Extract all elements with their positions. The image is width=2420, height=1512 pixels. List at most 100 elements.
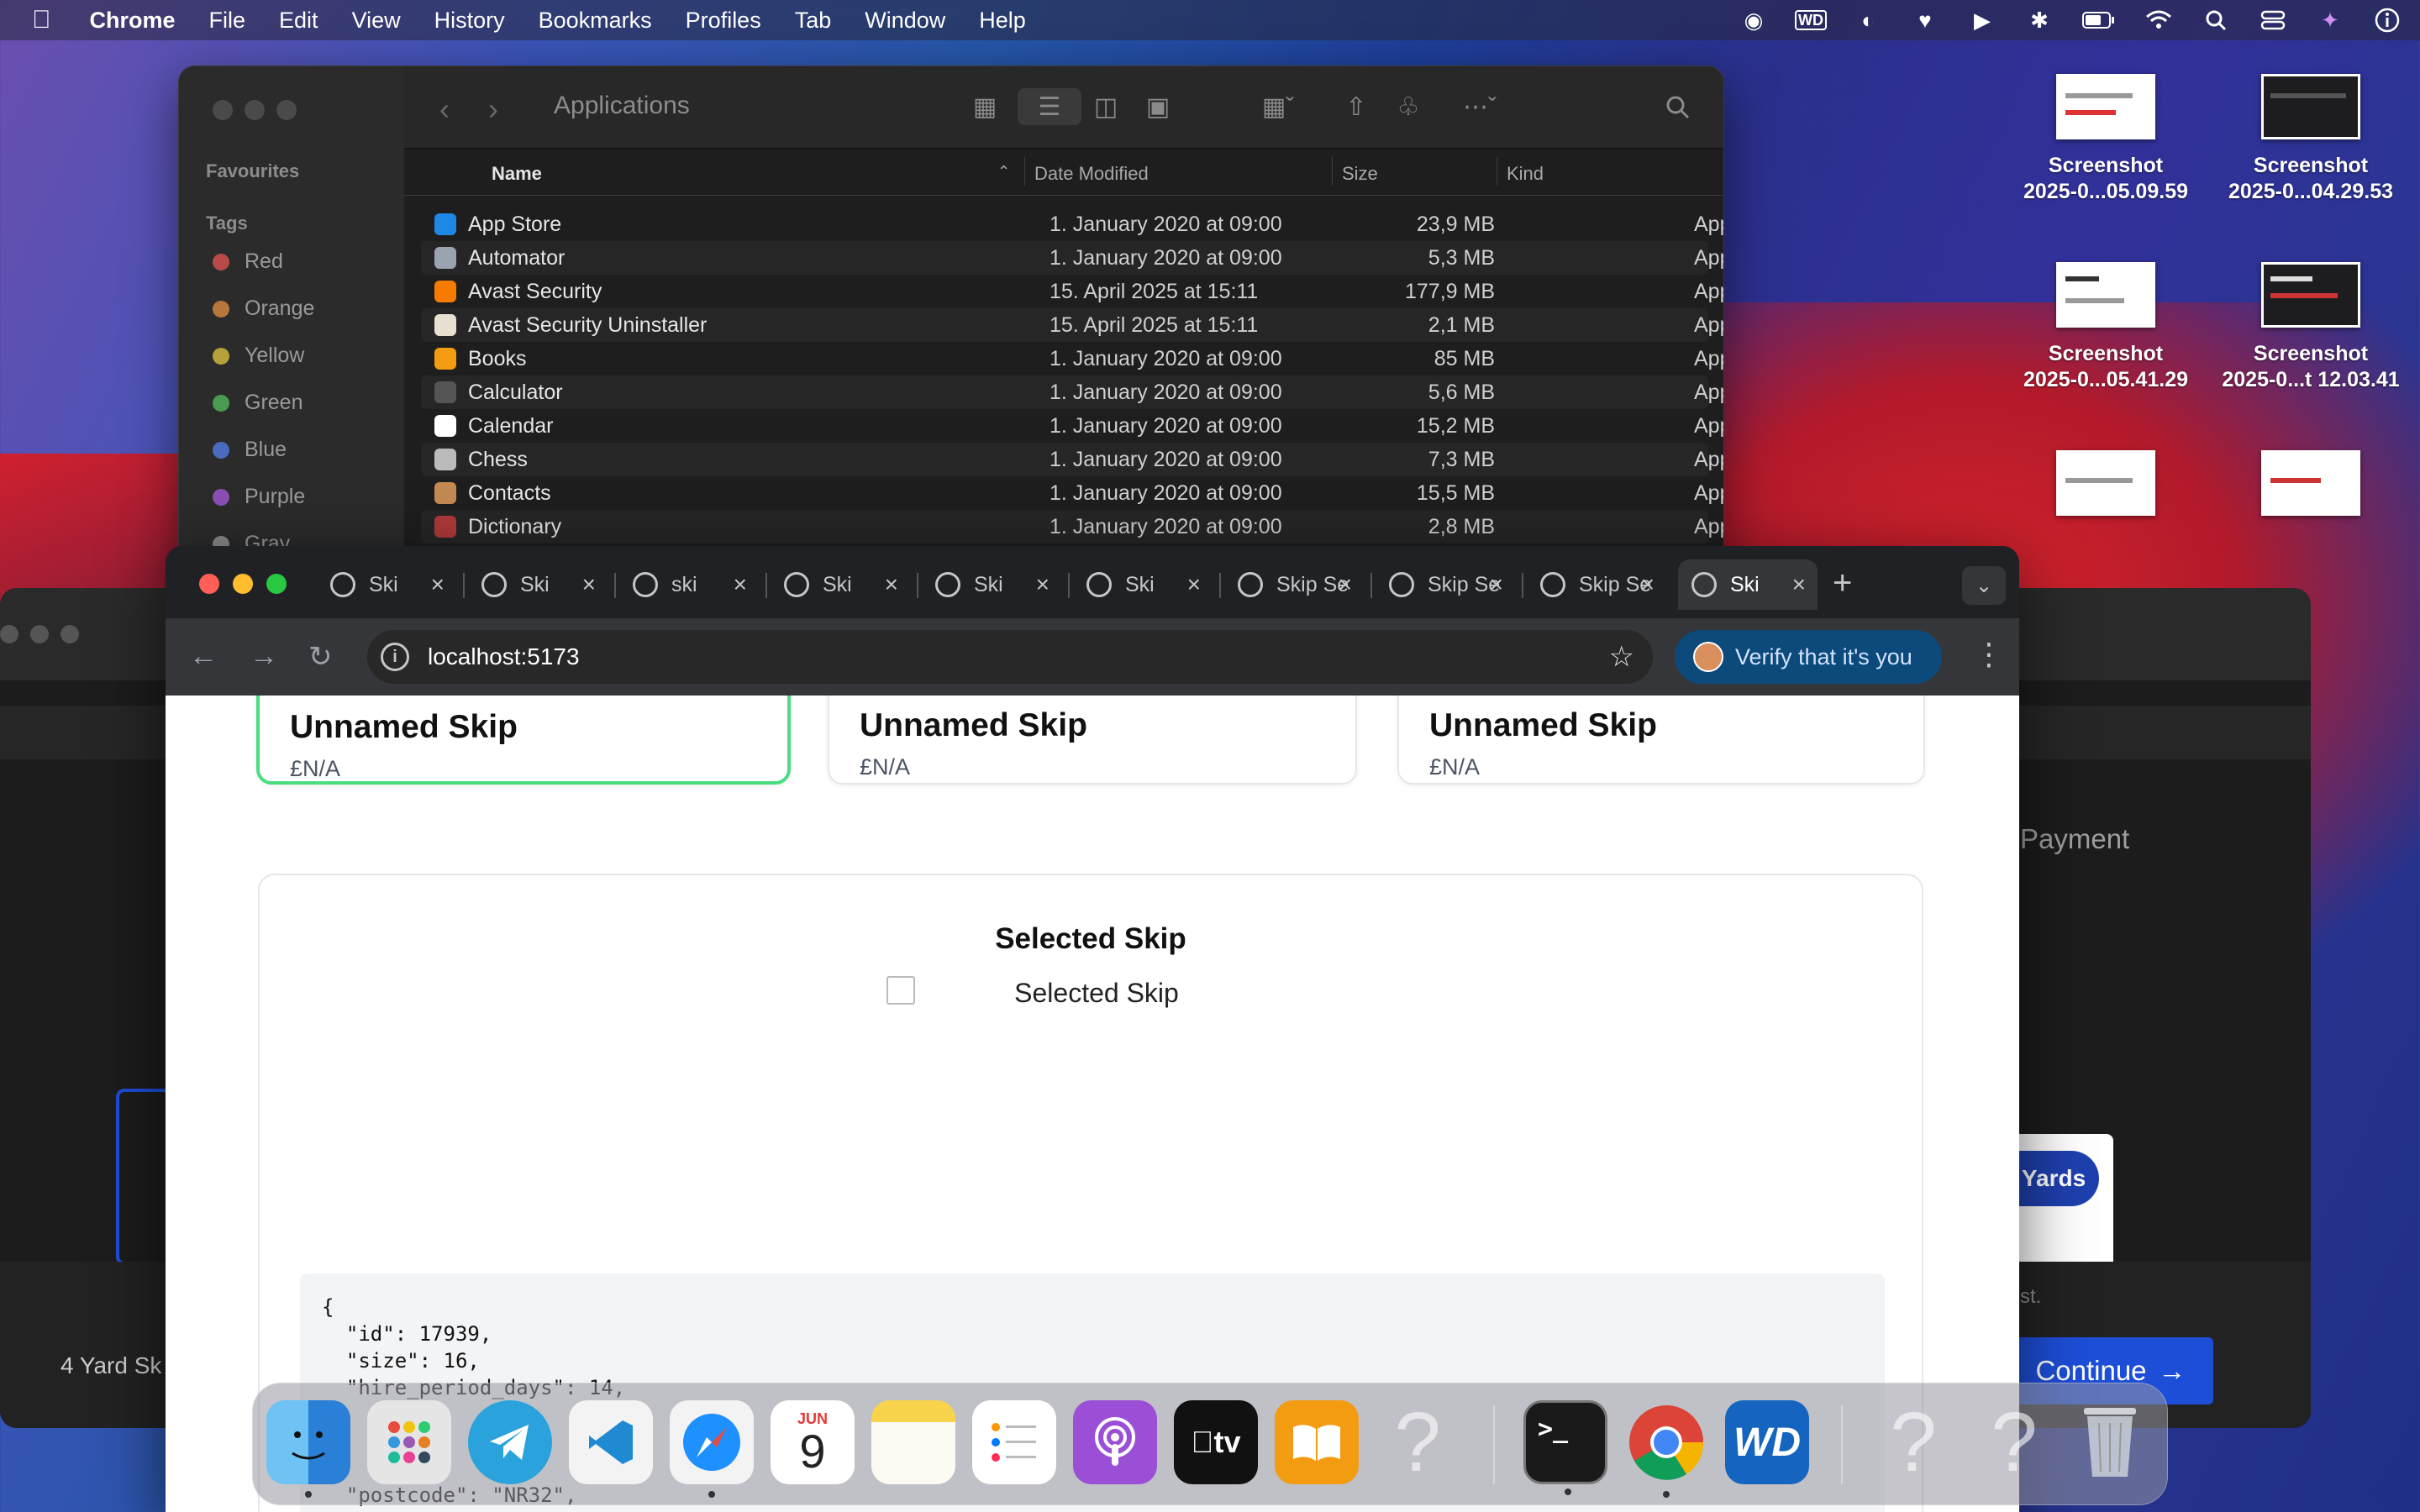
tab[interactable]: Ski × [922,559,1061,610]
minimize-button[interactable] [233,574,253,594]
close-tab-icon[interactable]: × [1490,571,1503,598]
telegram-dock-icon[interactable] [468,1400,552,1484]
apple-tv-dock-icon[interactable]: tv [1174,1400,1258,1484]
verify-identity-button[interactable]: Verify that it's you [1675,630,1942,684]
desktop-file-screenshot-4[interactable]: Screenshot 2025-0...t 12.03.41 [2210,262,2412,393]
vpn-status-icon[interactable]: ◐ [1852,8,1884,33]
notes-dock-icon[interactable] [871,1400,955,1484]
file-row[interactable]: Contacts 1. January 2020 at 09:00 15,5 MB A… [421,476,1723,510]
menu-history[interactable]: History [434,8,505,34]
back-icon[interactable]: ← [189,640,218,673]
unknown-app-question-icon[interactable]: ? [1972,1395,2056,1489]
file-row[interactable]: Books 1. January 2020 at 09:00 85 MB Applic… [421,342,1723,375]
podcasts-dock-icon[interactable] [1073,1400,1157,1484]
menu-bookmarks[interactable]: Bookmarks [539,8,652,34]
menu-view[interactable]: View [352,8,401,34]
file-row[interactable]: Avast Security Uninstaller 15. April 2025… [421,308,1723,342]
minimize-button[interactable] [245,100,265,120]
more-menu-icon[interactable]: ⋮ [1974,637,2004,672]
desktop-file-screenshot-2[interactable]: Screenshot 2025-0...04.29.53 [2210,74,2412,205]
tab[interactable]: Skip Se × [1376,559,1515,610]
tab[interactable]: ski × [619,559,759,610]
tab[interactable]: Ski × [468,559,608,610]
back-icon[interactable]: ‹ [439,92,450,127]
new-tab-button[interactable]: + [1833,564,1852,602]
sidebar-tag-red[interactable]: Red [213,249,283,274]
close-tab-icon[interactable]: × [885,571,898,598]
share-icon[interactable]: ⇧ [1337,88,1376,125]
menu-file[interactable]: File [209,8,246,34]
skip-card[interactable]: Unnamed Skip £N/A [828,696,1357,785]
launchpad-dock-icon[interactable] [367,1400,451,1484]
reload-icon[interactable]: ↻ [308,640,333,674]
file-row[interactable]: Calendar 1. January 2020 at 09:00 15,2 MB A… [421,409,1723,443]
gallery-view-icon[interactable]: ▣ [1139,88,1177,125]
siri-icon[interactable]: ✦ [2314,8,2346,33]
trash-dock-icon[interactable] [2068,1400,2152,1484]
bookmark-star-icon[interactable]: ☆ [1609,640,1634,674]
close-tab-icon[interactable]: × [1187,571,1201,598]
close-tab-icon[interactable]: × [1792,571,1806,598]
reminders-dock-icon[interactable] [972,1400,1056,1484]
apple-menu-icon[interactable]:  [32,6,51,34]
menu-tab[interactable]: Tab [795,8,832,34]
more-actions-icon[interactable]: ⋯ˇ [1446,88,1513,125]
icon-view-icon[interactable]: ▦ [965,88,1004,125]
wd-status-icon[interactable]: WD [1795,10,1827,30]
file-row[interactable]: Dictionary 1. January 2020 at 09:00 2,8 MB… [421,510,1723,543]
finder-dock-icon[interactable] [266,1400,350,1498]
address-bar[interactable]: i localhost:5173 ☆ [367,630,1653,684]
file-row[interactable]: App Store 1. January 2020 at 09:00 23,9 MB… [421,207,1723,241]
column-name[interactable]: Name [492,163,542,185]
vscode-dock-icon[interactable] [569,1400,653,1484]
bluetooth-icon[interactable]: ✱ [2023,8,2055,33]
info-icon[interactable] [2371,8,2403,33]
file-row[interactable]: Avast Security 15. April 2025 at 15:11 177… [421,275,1723,308]
url-text[interactable]: localhost:5173 [428,643,580,670]
column-date-modified[interactable]: Date Modified [1034,163,1149,185]
group-by-icon[interactable]: ▦ˇ [1244,88,1312,125]
column-size[interactable]: Size [1342,163,1378,185]
close-tab-icon[interactable]: × [431,571,445,598]
file-row[interactable]: Automator 1. January 2020 at 09:00 5,3 MB A… [421,241,1723,275]
desktop-file-screenshot-5[interactable] [2005,450,2207,529]
tab[interactable]: Skip Se × [1527,559,1666,610]
sidebar-tag-blue[interactable]: Blue [213,438,287,462]
safari-dock-icon[interactable] [670,1400,754,1498]
battery-icon[interactable] [2081,8,2118,33]
extension-status-icon[interactable]: ◉ [1738,8,1770,33]
menu-app-name[interactable]: Chrome [90,8,176,34]
column-kind[interactable]: Kind [1507,163,1544,185]
sidebar-tag-yellow[interactable]: Yellow [213,344,304,368]
tab-search-button[interactable]: ⌄ [1962,566,2006,605]
unknown-app-question-icon[interactable]: ? [1871,1395,1955,1489]
close-button[interactable] [199,574,219,594]
tag-icon[interactable]: ♧ [1389,88,1428,125]
forward-icon[interactable]: › [488,92,498,127]
site-info-icon[interactable]: i [381,643,409,671]
tab[interactable]: Skip Se × [1224,559,1364,610]
close-tab-icon[interactable]: × [582,571,596,598]
file-row[interactable]: Chess 1. January 2020 at 09:00 7,3 MB Appli… [421,443,1723,476]
desktop-file-screenshot-3[interactable]: Screenshot 2025-0...05.41.29 [2005,262,2207,393]
file-row[interactable]: Calculator 1. January 2020 at 09:00 5,6 MB… [421,375,1723,409]
spotlight-search-icon[interactable] [2200,8,2232,33]
close-button[interactable] [213,100,233,120]
tab[interactable]: Ski × [1073,559,1213,610]
sidebar-tag-orange[interactable]: Orange [213,297,314,321]
sidebar-tag-purple[interactable]: Purple [213,485,305,509]
menu-edit[interactable]: Edit [279,8,318,34]
search-icon[interactable] [1658,88,1697,125]
zoom-button[interactable] [266,574,287,594]
desktop-file-screenshot-6[interactable] [2210,450,2412,529]
column-view-icon[interactable]: ◫ [1086,88,1125,125]
close-tab-icon[interactable]: × [1036,571,1050,598]
chrome-dock-icon[interactable] [1624,1400,1708,1498]
wifi-icon[interactable] [2143,8,2175,33]
terminal-dock-icon[interactable]: >_ [1523,1400,1607,1495]
skip-card-selected[interactable]: Unnamed Skip £N/A [256,696,791,785]
control-center-icon[interactable] [2257,8,2289,33]
skip-card[interactable]: Unnamed Skip £N/A [1397,696,1925,785]
wd-discovery-dock-icon[interactable]: WD [1725,1400,1809,1484]
menu-profiles[interactable]: Profiles [686,8,761,34]
